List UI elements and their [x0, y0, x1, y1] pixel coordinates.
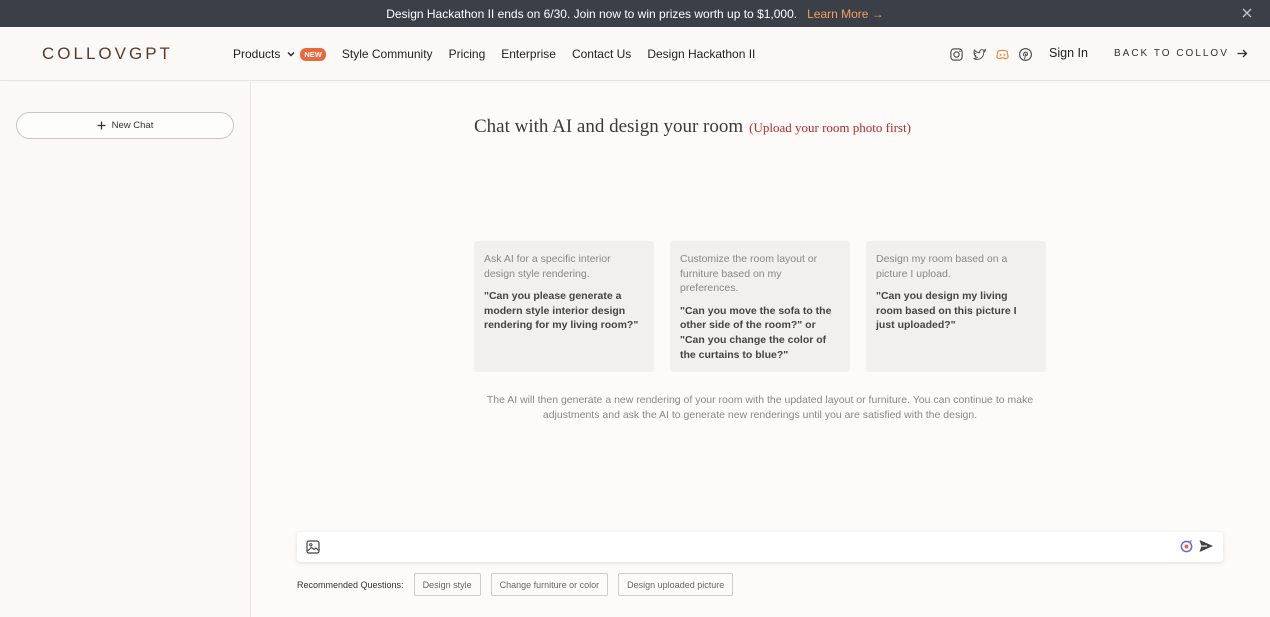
recommended-label: Recommended Questions:	[297, 579, 404, 590]
image-upload-icon[interactable]	[306, 540, 320, 554]
new-chat-label: New Chat	[111, 120, 154, 131]
card-description: Ask AI for a specific interior design st…	[484, 253, 611, 280]
logo[interactable]: COLLOVGPT	[42, 44, 173, 64]
nav-item-label: Products	[233, 47, 281, 61]
plus-icon	[97, 121, 106, 130]
instagram-icon[interactable]	[949, 47, 964, 62]
nav-item-products[interactable]: Products NEW	[233, 47, 326, 61]
nav-item-style-community[interactable]: Style Community	[342, 47, 433, 61]
back-to-collov-link[interactable]: BACK TO COLLOV	[1114, 48, 1248, 59]
card-description: Design my room based on a picture I uplo…	[876, 253, 1008, 280]
ai-assistant-icon[interactable]	[1179, 539, 1194, 554]
card-example-quote: "Can you please generate a modern style …	[484, 290, 639, 332]
nav-item-contact-us[interactable]: Contact Us	[572, 47, 631, 61]
nav-item-design-hackathon[interactable]: Design Hackathon II	[647, 47, 755, 61]
chip-change-furniture[interactable]: Change furniture or color	[490, 573, 609, 596]
example-card-style[interactable]: Ask AI for a specific interior design st…	[474, 241, 654, 372]
chat-input-bar	[297, 532, 1223, 562]
new-badge: NEW	[300, 47, 326, 61]
page-heading: Chat with AI and design your room (Uploa…	[474, 116, 911, 138]
learn-more-link[interactable]: Learn More →	[807, 7, 884, 21]
site-header: COLLOVGPT Products NEW Style Community P…	[0, 27, 1270, 81]
back-to-collov-label: BACK TO COLLOV	[1114, 48, 1229, 59]
banner-message: Design Hackathon II ends on 6/30. Join n…	[386, 6, 798, 21]
nav-item-enterprise[interactable]: Enterprise	[501, 47, 556, 61]
close-icon[interactable]	[1240, 6, 1254, 20]
chat-sidebar: New Chat	[0, 82, 251, 617]
info-text: The AI will then generate a new renderin…	[486, 394, 1034, 421]
chip-design-style[interactable]: Design style	[413, 573, 481, 596]
pinterest-icon[interactable]	[1018, 47, 1033, 62]
card-example-quote: "Can you design my living room based on …	[876, 290, 1017, 332]
announcement-banner: Design Hackathon II ends on 6/30. Join n…	[0, 0, 1270, 27]
chat-message-input[interactable]	[329, 536, 1159, 558]
chip-design-uploaded-picture[interactable]: Design uploaded picture	[618, 573, 734, 596]
twitter-icon[interactable]	[972, 47, 987, 62]
recommended-questions: Recommended Questions: Design style Chan…	[297, 573, 743, 596]
card-example-quote: "Can you move the sofa to the other side…	[680, 304, 832, 361]
card-description: Customize the room layout or furniture b…	[680, 253, 818, 295]
example-card-layout[interactable]: Customize the room layout or furniture b…	[670, 241, 850, 372]
page-title: Chat with AI and design your room	[474, 116, 744, 137]
example-card-picture[interactable]: Design my room based on a picture I uplo…	[866, 241, 1046, 372]
main-nav: Products NEW Style Community Pricing Ent…	[233, 27, 771, 81]
nav-item-pricing[interactable]: Pricing	[449, 47, 486, 61]
send-icon[interactable]	[1198, 538, 1214, 554]
chevron-down-icon	[287, 52, 295, 57]
discord-icon[interactable]	[995, 47, 1010, 62]
page-subtitle: (Upload your room photo first)	[749, 120, 911, 135]
social-links	[949, 47, 1033, 62]
arrow-right-icon	[1237, 49, 1248, 58]
sign-in-link[interactable]: Sign In	[1049, 46, 1088, 60]
new-chat-button[interactable]: New Chat	[16, 112, 234, 139]
